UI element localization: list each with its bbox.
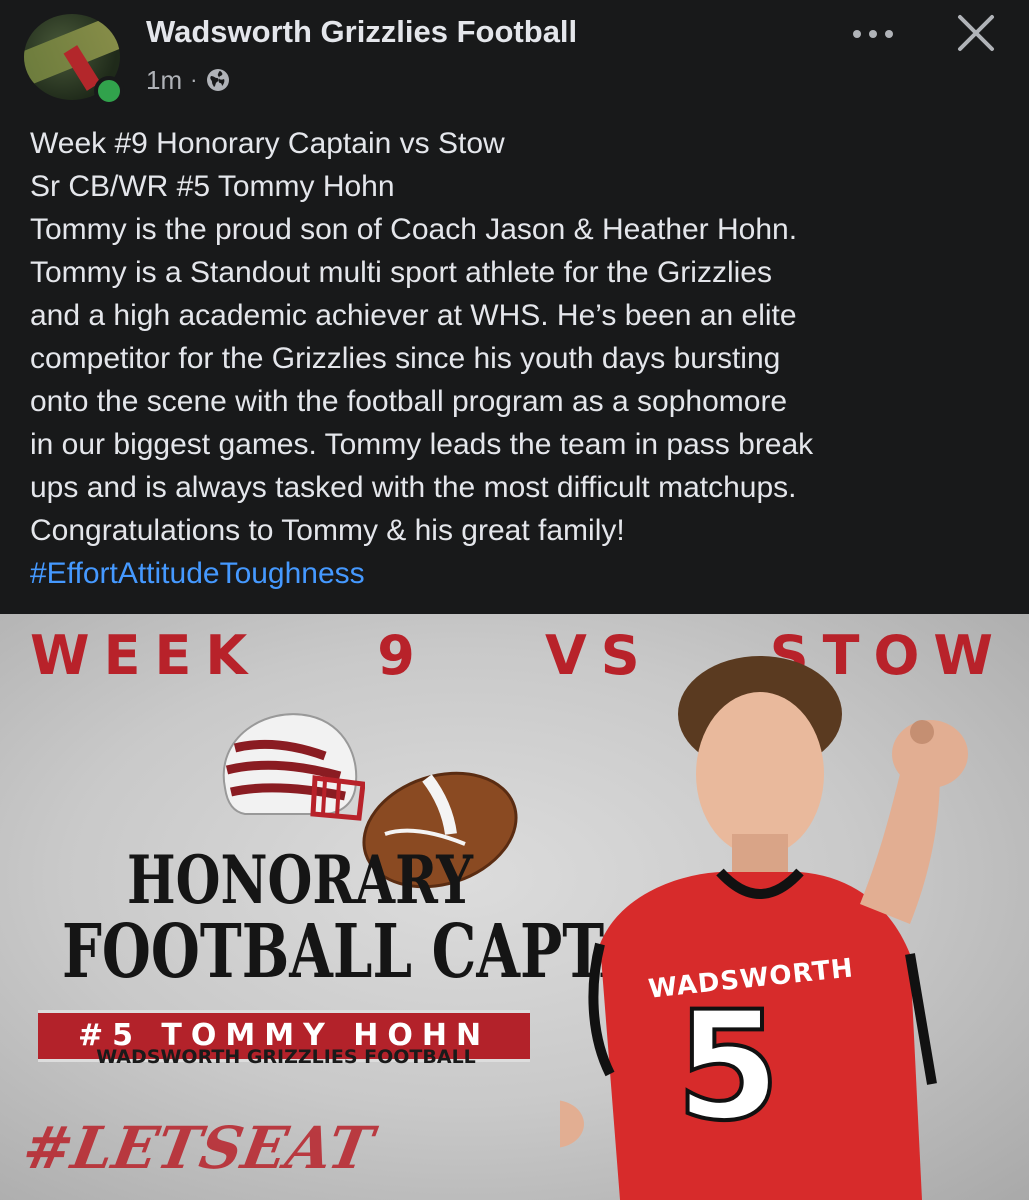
player-photo	[560, 656, 968, 1200]
post-line: in our biggest games. Tommy leads the te…	[30, 428, 814, 461]
jersey-number: 5	[674, 980, 782, 1154]
globe-icon	[207, 69, 230, 91]
post-meta: 1m ·	[146, 64, 231, 96]
page-name-link[interactable]: Wadsworth Grizzlies Football	[146, 14, 577, 50]
banner-word: 9	[377, 623, 429, 687]
helmet-image	[222, 713, 365, 821]
honorary-title: HONORARY	[126, 841, 474, 919]
banner-word: WEEK	[30, 623, 262, 687]
post-body: Week #9 Honorary Captain vs Stow Sr CB/W…	[30, 122, 1005, 595]
more-horizontal-icon[interactable]	[850, 20, 896, 48]
hashtag-link[interactable]: #EffortAttitudeToughness	[30, 552, 1005, 595]
meta-separator: ·	[190, 67, 198, 92]
post-line: Week #9 Honorary Captain vs Stow	[30, 127, 505, 160]
slogan: #LETSEAT	[18, 1114, 378, 1182]
post-image[interactable]: WEEK 9 VS STOW HONORARY FOOTBALL CAPTAIN…	[0, 614, 1029, 1200]
post-line: competitor for the Grizzlies since his y…	[30, 342, 781, 375]
post-header: Wadsworth Grizzlies Football 1m ·	[0, 0, 1029, 110]
captain-title: FOOTBALL CAPTAIN	[62, 909, 723, 995]
post-timestamp[interactable]: 1m	[146, 65, 182, 96]
close-icon[interactable]	[955, 12, 997, 54]
post-line: ups and is always tasked with the most d…	[30, 471, 797, 504]
post-line: onto the scene with the football program…	[30, 385, 788, 418]
program-name: WADSWORTH GRIZZLIES FOOTBALL	[96, 1046, 476, 1068]
post-line: Tommy is the proud son of Coach Jason & …	[30, 213, 798, 246]
post-line: Tommy is a Standout multi sport athlete …	[30, 256, 772, 289]
post-line: and a high academic achiever at WHS. He’…	[30, 299, 797, 332]
online-status-indicator	[94, 76, 124, 106]
post-line: Congratulations to Tommy & his great fam…	[30, 514, 625, 547]
post-line: Sr CB/WR #5 Tommy Hohn	[30, 170, 395, 203]
